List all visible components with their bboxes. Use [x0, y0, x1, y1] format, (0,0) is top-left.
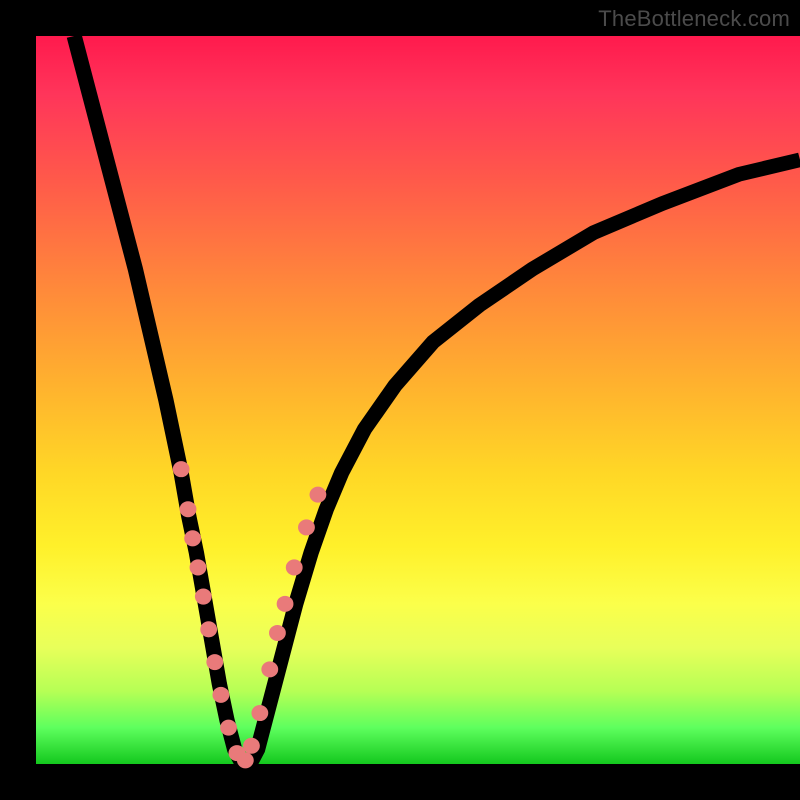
curve-layer: [36, 36, 800, 764]
watermark-text: TheBottleneck.com: [598, 6, 790, 32]
data-point: [269, 625, 286, 641]
data-point: [310, 487, 327, 503]
data-point: [190, 559, 207, 575]
data-point: [206, 654, 223, 670]
data-point: [237, 752, 254, 768]
data-point: [298, 519, 315, 535]
bottleneck-curve: [74, 36, 800, 764]
data-point: [200, 621, 217, 637]
data-point: [173, 461, 190, 477]
data-point: [195, 589, 212, 605]
plot-area: [36, 36, 800, 764]
data-points: [173, 461, 327, 768]
data-point: [212, 687, 229, 703]
data-point: [243, 738, 260, 754]
data-point: [184, 530, 201, 546]
data-point: [220, 720, 237, 736]
data-point: [251, 705, 268, 721]
data-point: [286, 559, 303, 575]
data-point: [261, 661, 278, 677]
data-point: [277, 596, 294, 612]
data-point: [180, 501, 197, 517]
chart-frame: TheBottleneck.com: [0, 0, 800, 800]
